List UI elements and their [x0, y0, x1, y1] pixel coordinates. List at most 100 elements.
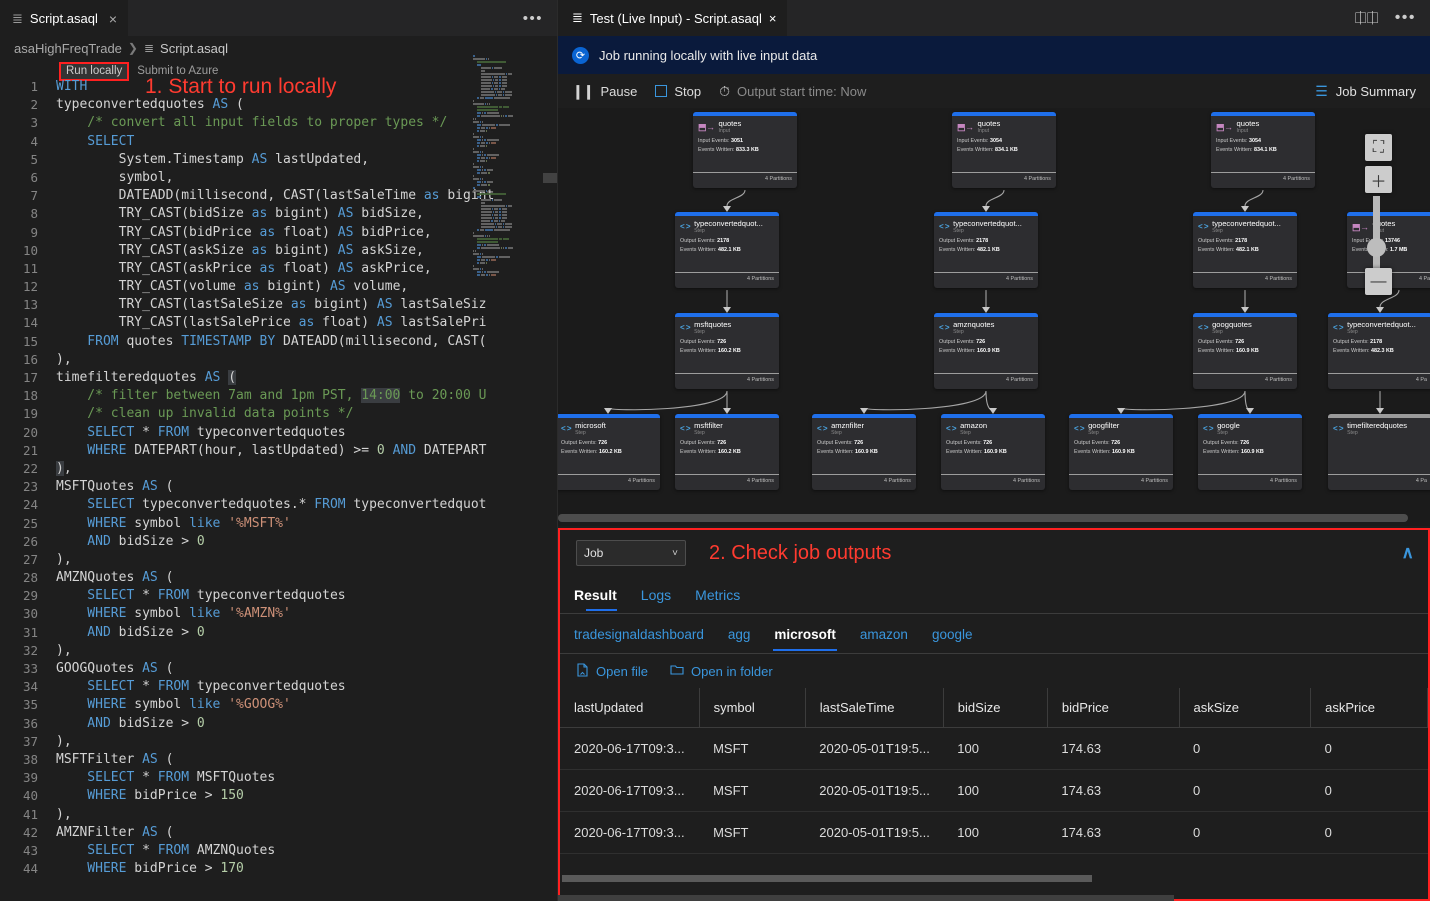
- node-stat-secondary: Events Written: 160.2 KB: [561, 448, 655, 456]
- column-header[interactable]: lastUpdated: [560, 688, 699, 728]
- diagram-node[interactable]: < >typeconvertedquot...StepOutput Events…: [675, 212, 779, 288]
- diagram-node[interactable]: < >microsoftStepOutput Events: 726Events…: [558, 414, 660, 490]
- minimap-token: [482, 112, 483, 114]
- output-tab-amazon[interactable]: amazon: [848, 627, 920, 651]
- diagram-node[interactable]: < >googleStepOutput Events: 726Events Wr…: [1198, 414, 1302, 490]
- diagram-node[interactable]: ⬒→quotesInputInput Events: 3051Events Wr…: [693, 112, 797, 188]
- scope-select[interactable]: Job ˅: [576, 540, 686, 566]
- diagram-node[interactable]: < >typeconvertedquot...StepOutput Events…: [1328, 313, 1430, 389]
- node-stat-primary: Output Events: 726: [680, 439, 774, 447]
- editor-more-actions-button[interactable]: •••: [523, 0, 557, 36]
- node-stat-label: Input Events:: [957, 138, 990, 144]
- minimap-token: [482, 178, 483, 180]
- code-line: 32),: [0, 642, 558, 660]
- column-header[interactable]: symbol: [699, 688, 805, 728]
- table-row[interactable]: 2020-06-17T09:3...MSFT2020-05-01T19:5...…: [560, 770, 1428, 812]
- node-stat-label: Output Events:: [817, 440, 854, 446]
- editor-scrollbar[interactable]: [547, 36, 557, 901]
- diagram-node[interactable]: < >googquotesStepOutput Events: 726Event…: [1193, 313, 1297, 389]
- minimap-token: [503, 223, 504, 225]
- results-tab-metrics[interactable]: Metrics: [683, 587, 752, 611]
- tab-test-live-input[interactable]: ≣ Test (Live Input) - Script.asaql ×: [558, 0, 787, 36]
- minimap-token: [501, 88, 505, 90]
- job-toolbar: ❙❙ Pause Stop ⏱ Output start time: Now ☰…: [558, 74, 1430, 108]
- zoom-out-button[interactable]: —: [1365, 268, 1392, 295]
- split-editor-icon[interactable]: ⎅⎅: [1355, 10, 1379, 27]
- output-tab-agg[interactable]: agg: [716, 627, 763, 651]
- job-summary-button[interactable]: ☰ Job Summary: [1315, 83, 1430, 100]
- minimap-token: [489, 142, 490, 144]
- diagram-node[interactable]: < >msftquotesStepOutput Events: 726Event…: [675, 313, 779, 389]
- minimap-token: [473, 148, 474, 150]
- editor-minimap[interactable]: [473, 55, 545, 595]
- node-stat-label: Input Events:: [1216, 138, 1249, 144]
- column-header[interactable]: bidPrice: [1047, 688, 1179, 728]
- diagram-horizontal-scrollbar[interactable]: [558, 514, 1408, 522]
- stop-button[interactable]: Stop: [655, 84, 714, 99]
- results-tab-result[interactable]: Result: [574, 587, 629, 611]
- line-number: 3: [0, 114, 56, 132]
- table-cell: 2020-05-01T19:5...: [805, 812, 943, 854]
- output-tab-microsoft[interactable]: microsoft: [762, 627, 848, 651]
- diagram-node[interactable]: < >googfilterStepOutput Events: 726Event…: [1069, 414, 1173, 490]
- result-grid-horizontal-scrollbar[interactable]: [562, 875, 1092, 882]
- pause-button[interactable]: ❙❙ Pause: [572, 83, 650, 100]
- diagram-node[interactable]: < >timefilteredquotesStep4 Pa: [1328, 414, 1430, 490]
- test-more-actions-button[interactable]: •••: [1395, 9, 1416, 27]
- zoom-in-button[interactable]: ＋: [1365, 166, 1392, 193]
- close-icon[interactable]: ×: [109, 11, 117, 27]
- minimap-token: [495, 85, 499, 87]
- result-grid-wrapper[interactable]: lastUpdatedsymbollastSaleTimebidSizebidP…: [560, 688, 1428, 884]
- open-file-button[interactable]: Open file: [576, 663, 648, 680]
- table-header-row: lastUpdatedsymbollastSaleTimebidSizebidP…: [560, 688, 1428, 728]
- line-number: 40: [0, 787, 56, 805]
- diagram-node[interactable]: ⬒→quotesInputInput Events: 3054Events Wr…: [952, 112, 1056, 188]
- minimap-token: [473, 118, 474, 120]
- node-stat-value: 160.9 KB: [1241, 449, 1264, 455]
- minimap-token: [481, 94, 495, 96]
- minimap-token: [482, 268, 483, 270]
- open-folder-button[interactable]: Open in folder: [670, 663, 773, 679]
- minimap-token: [492, 67, 493, 69]
- column-header[interactable]: lastSaleTime: [805, 688, 943, 728]
- node-stat-label: Events Written:: [1216, 147, 1254, 153]
- minimap-token: [494, 76, 498, 78]
- code-line: 31 AND bidSize > 0: [0, 624, 558, 642]
- minimap-token: [503, 226, 504, 228]
- column-header[interactable]: bidSize: [943, 688, 1047, 728]
- breadcrumb-project[interactable]: asaHighFreqTrade: [14, 41, 122, 56]
- column-header[interactable]: askPrice: [1311, 688, 1428, 728]
- job-diagram-canvas[interactable]: ⬒→quotesInputInput Events: 3051Events Wr…: [558, 108, 1430, 526]
- node-partitions-label: 4 Partitions: [952, 172, 1056, 188]
- collapse-panel-button[interactable]: ∧: [1402, 543, 1414, 563]
- diagram-node[interactable]: < >amznfilterStepOutput Events: 726Event…: [812, 414, 916, 490]
- table-row[interactable]: 2020-06-17T09:3...MSFT2020-05-01T19:5...…: [560, 812, 1428, 854]
- diagram-node[interactable]: < >typeconvertedquot...StepOutput Events…: [934, 212, 1038, 288]
- diagram-node[interactable]: ⬒→quotesInputInput Events: 3054Events Wr…: [1211, 112, 1315, 188]
- minimap-token: [492, 208, 493, 210]
- editor-pane: ≣ Script.asaql × ••• asaHighFreqTrade ❯ …: [0, 0, 558, 901]
- diagram-node[interactable]: < >typeconvertedquot...StepOutput Events…: [1193, 212, 1297, 288]
- column-header[interactable]: askSize: [1179, 688, 1311, 728]
- close-icon[interactable]: ×: [769, 11, 777, 26]
- table-row[interactable]: 2020-06-17T09:3...MSFT2020-05-01T19:5...…: [560, 728, 1428, 770]
- minimap-line: [477, 274, 545, 276]
- tab-script-asaql[interactable]: ≣ Script.asaql ×: [0, 0, 128, 36]
- diagram-node[interactable]: < >amazonStepOutput Events: 726Events Wr…: [941, 414, 1045, 490]
- bottom-scrollbar-thumb[interactable]: [558, 895, 1174, 901]
- minimap-token: [494, 208, 498, 210]
- results-tab-logs[interactable]: Logs: [629, 587, 683, 611]
- output-tab-google[interactable]: google: [920, 627, 985, 651]
- diagram-node[interactable]: < >amznquotesStepOutput Events: 726Event…: [934, 313, 1038, 389]
- zoom-slider-thumb[interactable]: [1367, 238, 1386, 257]
- node-stat-primary: Output Events: 726: [680, 338, 774, 346]
- diagram-node[interactable]: < >msftfilterStepOutput Events: 726Event…: [675, 414, 779, 490]
- code-brackets-icon: < >: [1074, 422, 1084, 433]
- breadcrumb-file[interactable]: Script.asaql: [160, 41, 228, 56]
- output-tab-tradesignaldashboard[interactable]: tradesignaldashboard: [574, 627, 716, 651]
- minimap-line: [481, 94, 545, 96]
- node-title-row: < >msftquotesStep: [680, 321, 774, 335]
- output-start-time-button[interactable]: ⏱ Output start time: Now: [719, 83, 879, 100]
- line-number: 1: [0, 78, 56, 96]
- fit-to-screen-button[interactable]: ⛶: [1365, 134, 1392, 161]
